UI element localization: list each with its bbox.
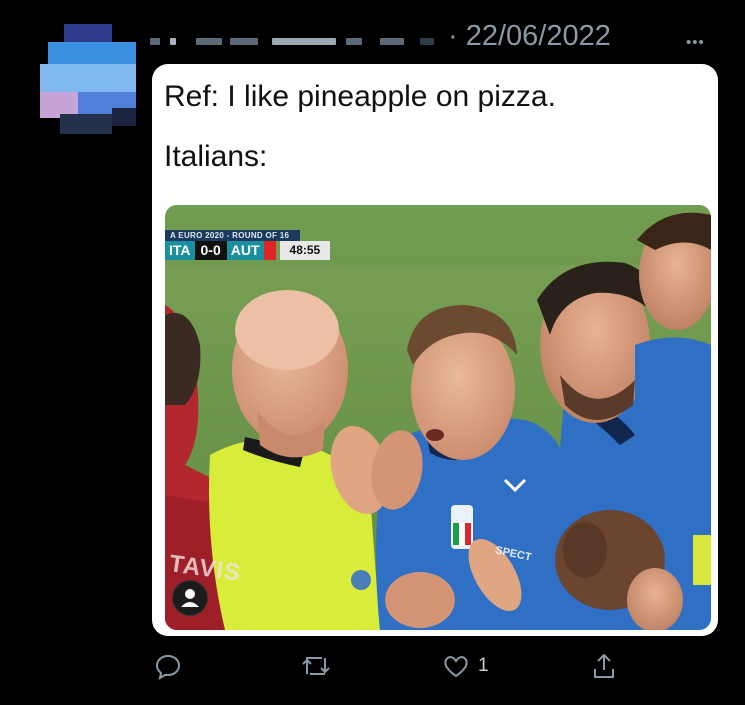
scorebug-score: 0-0 <box>194 241 227 260</box>
share-button[interactable] <box>590 648 618 684</box>
scorebug-competition: A EURO 2020 - ROUND OF 16 <box>165 230 300 241</box>
more-options-icon[interactable]: ••• <box>686 34 705 51</box>
scorebug-home-team: ITA <box>165 241 195 260</box>
tweet-date[interactable]: · 22/06/2022 <box>448 20 611 53</box>
scorebug-clock: 48:55 <box>279 241 331 260</box>
retweet-button[interactable] <box>300 648 332 684</box>
tag-people-button[interactable] <box>172 580 208 616</box>
scorebug-red-marker <box>263 241 276 260</box>
like-count: 1 <box>478 655 489 676</box>
reply-button[interactable] <box>154 648 182 684</box>
scorebug-away-team: AUT <box>226 241 264 260</box>
scorebug: A EURO 2020 - ROUND OF 16 ITA 0-0 AUT 48… <box>165 230 331 260</box>
share-icon <box>594 653 614 678</box>
person-icon <box>181 589 199 607</box>
tweet-photo[interactable]: A EURO 2020 - ROUND OF 16 ITA 0-0 AUT 48… <box>165 205 711 630</box>
tweet-actions: 1 <box>0 648 745 688</box>
tweet-text-line-1: Ref: I like pineapple on pizza. <box>164 80 556 113</box>
heart-icon <box>444 656 468 678</box>
like-button[interactable]: 1 <box>442 648 489 684</box>
avatar[interactable] <box>40 24 136 134</box>
author-name-redacted[interactable] <box>150 24 740 52</box>
tweet-text-line-2: Italians: <box>164 140 268 173</box>
reply-icon <box>155 654 181 680</box>
retweet-icon <box>302 657 330 675</box>
photo-illustration <box>165 205 711 630</box>
